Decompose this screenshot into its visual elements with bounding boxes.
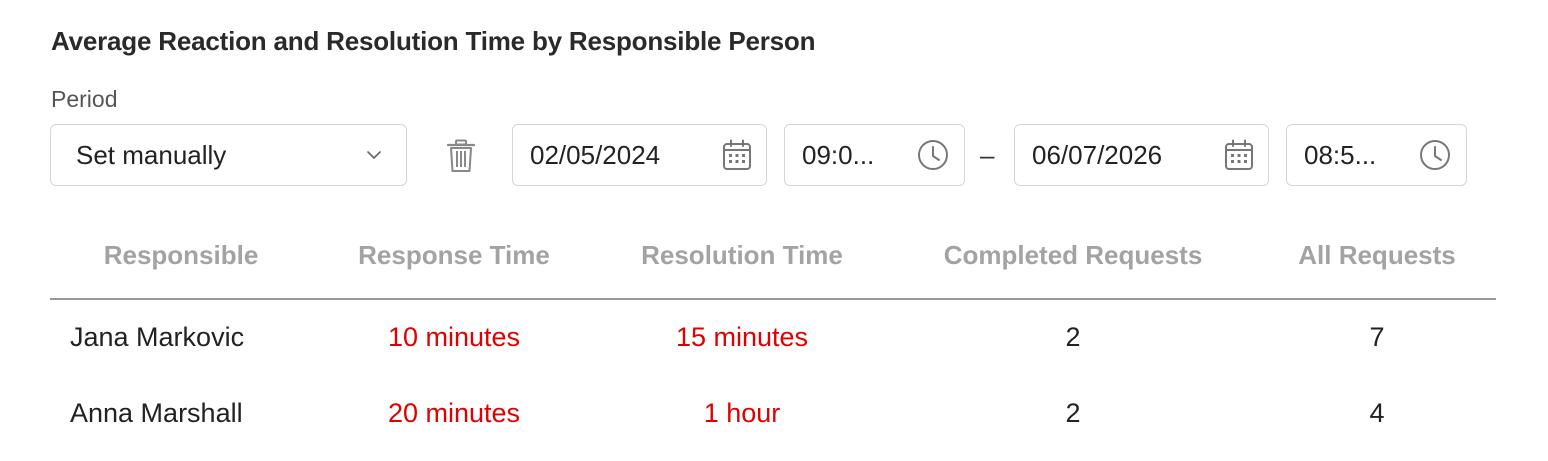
end-time-value: 08:5... [1304,139,1377,170]
column-header-all-requests[interactable]: All Requests [1298,240,1456,271]
table-row: Anna Marshall 20 minutes 1 hour 2 4 [50,376,1496,452]
trash-icon [447,139,475,173]
range-separator: – [980,140,995,170]
start-date-input[interactable]: 02/05/2024 [512,124,767,186]
completed-requests-value: 2 [1065,322,1081,352]
period-select[interactable]: Set manually [50,124,407,186]
table-header: Responsible Response Time Resolution Tim… [50,230,1496,300]
start-time-value: 09:0... [802,139,875,170]
responsible-name: Jana Markovic [70,322,245,352]
responsible-name: Anna Marshall [70,398,243,428]
column-header-responsible[interactable]: Responsible [104,240,259,271]
response-time-value: 20 minutes [387,398,521,428]
table-row: Jana Markovic 10 minutes 15 minutes 2 7 [50,300,1496,376]
chevron-down-icon [366,147,382,163]
completed-requests-value: 2 [1065,398,1081,428]
column-header-resolution-time[interactable]: Resolution Time [641,240,843,271]
resolution-time-value: 15 minutes [675,322,809,352]
clock-icon[interactable] [917,139,949,171]
calendar-icon[interactable] [1224,139,1254,171]
period-label: Period [51,86,118,112]
clear-period-button[interactable] [444,139,478,173]
start-date-value: 02/05/2024 [530,139,661,170]
resolution-time-value: 1 hour [703,398,781,428]
end-date-value: 06/07/2026 [1032,139,1163,170]
column-header-response-time[interactable]: Response Time [358,240,550,271]
all-requests-value: 7 [1369,322,1385,352]
start-time-input[interactable]: 09:0... [784,124,965,186]
clock-icon[interactable] [1419,139,1451,171]
all-requests-value: 4 [1369,398,1385,428]
end-time-input[interactable]: 08:5... [1286,124,1467,186]
response-time-value: 10 minutes [387,322,521,352]
period-select-value: Set manually [76,139,227,170]
page-title: Average Reaction and Resolution Time by … [51,26,816,56]
column-header-completed-requests[interactable]: Completed Requests [944,240,1203,271]
calendar-icon[interactable] [722,139,752,171]
end-date-input[interactable]: 06/07/2026 [1014,124,1269,186]
response-time-table: Responsible Response Time Resolution Tim… [50,230,1496,452]
